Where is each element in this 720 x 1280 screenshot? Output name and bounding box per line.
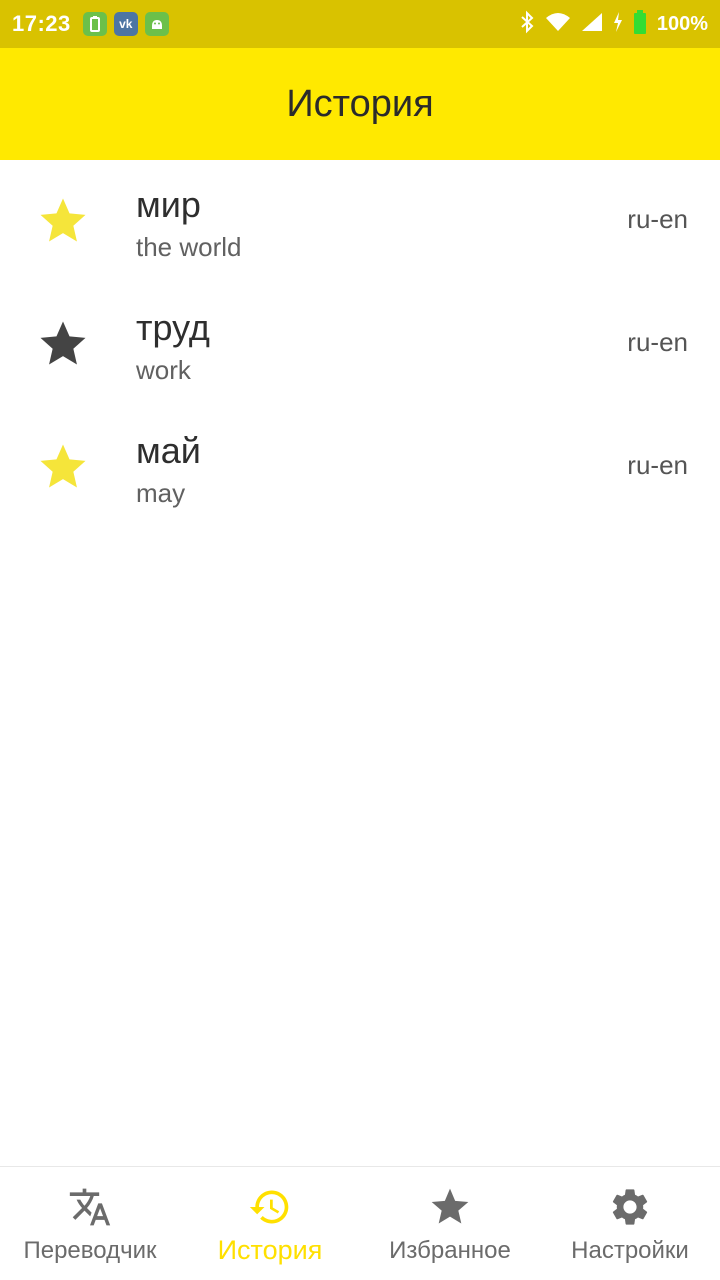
nav-label-translator: Переводчик (23, 1237, 157, 1264)
history-item[interactable]: мир the world ru-en (0, 160, 720, 283)
nav-label-history: История (217, 1235, 323, 1265)
status-bar: 17:23 vk 100% (0, 0, 720, 48)
history-item[interactable]: труд work ru-en (0, 283, 720, 406)
bottom-navigation: Переводчик История Избранное Настройки (0, 1166, 720, 1280)
battery-app-icon (82, 12, 107, 36)
history-word: труд (136, 307, 210, 348)
translate-icon (69, 1188, 111, 1226)
wifi-icon (545, 12, 571, 37)
history-lang: ru-en (627, 204, 688, 234)
favorite-star-icon[interactable] (36, 440, 90, 494)
vk-icon: vk (113, 12, 138, 36)
android-icon (144, 12, 169, 36)
charging-icon (613, 11, 623, 37)
status-right: 100% (519, 9, 708, 39)
history-icon (249, 1190, 289, 1224)
history-word: мир (136, 184, 201, 225)
history-lang: ru-en (627, 450, 688, 480)
battery-percent: 100% (656, 12, 708, 35)
app-bar: История (0, 48, 720, 160)
history-lang: ru-en (627, 327, 688, 357)
notification-icons: vk (82, 12, 169, 36)
history-translation: may (136, 478, 186, 508)
status-time: 17:23 (12, 11, 71, 36)
star-icon (431, 1188, 469, 1224)
battery-icon (633, 9, 647, 39)
page-title: История (286, 82, 434, 125)
nav-item-favorites[interactable]: Избранное (360, 1167, 540, 1280)
history-list: мир the world ru-en труд work ru-en май … (0, 160, 720, 529)
nav-item-history[interactable]: История (180, 1167, 360, 1280)
nav-item-settings[interactable]: Настройки (540, 1167, 720, 1280)
history-word: май (136, 430, 201, 471)
history-translation: work (136, 355, 191, 385)
nav-label-favorites: Избранное (389, 1237, 511, 1264)
favorite-star-icon[interactable] (36, 194, 90, 248)
history-item[interactable]: май may ru-en (0, 406, 720, 529)
history-translation: the world (136, 232, 242, 262)
nav-label-settings: Настройки (571, 1237, 689, 1264)
bluetooth-icon (519, 10, 535, 39)
signal-icon (581, 12, 603, 37)
gear-icon (612, 1189, 648, 1225)
nav-item-translator[interactable]: Переводчик (0, 1167, 180, 1280)
favorite-star-icon[interactable] (36, 317, 90, 371)
